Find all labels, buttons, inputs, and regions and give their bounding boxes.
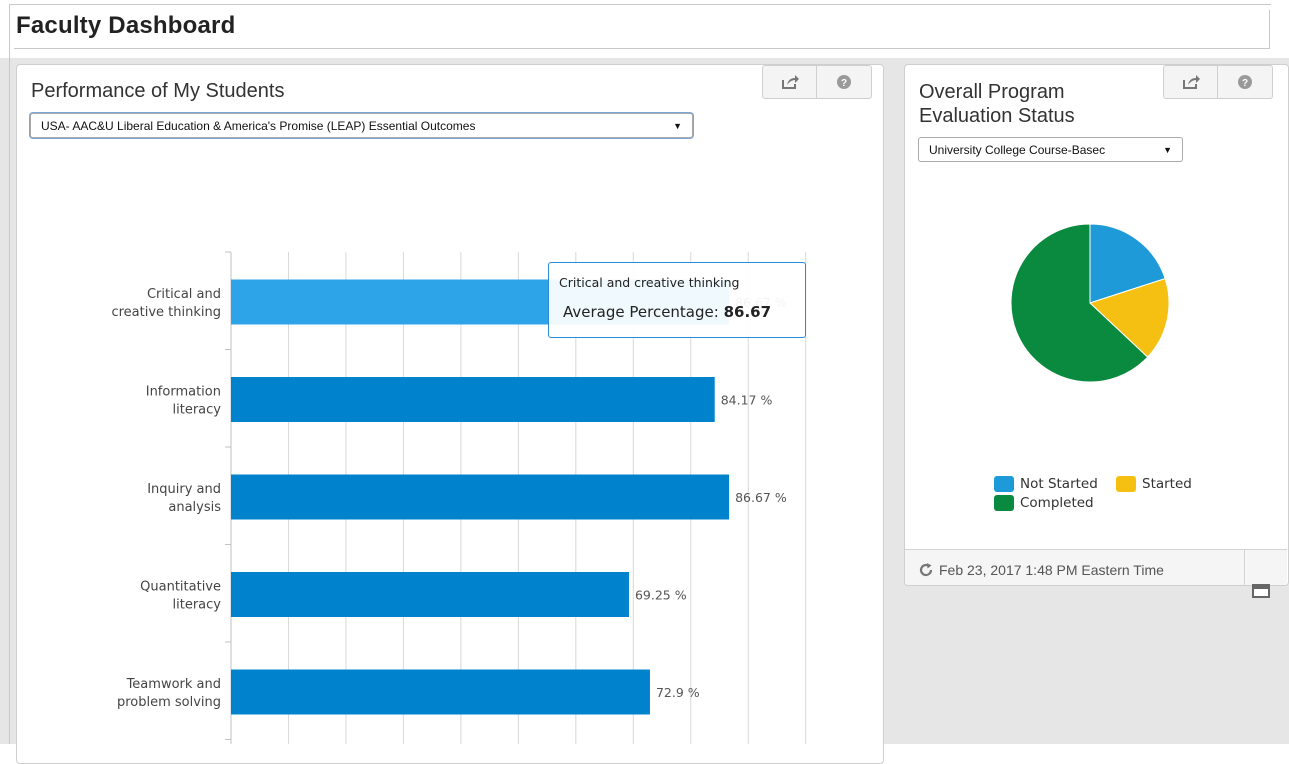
dashboard-frame: Faculty Dashboard Performance of My Stud… bbox=[0, 0, 1289, 764]
status-toolbar: ? bbox=[1163, 65, 1273, 99]
category-label: literacy bbox=[173, 598, 222, 613]
chart-tooltip: Critical and creative thinking Average P… bbox=[548, 262, 806, 338]
bar[interactable] bbox=[231, 669, 650, 715]
tooltip-category: Critical and creative thinking bbox=[559, 275, 740, 290]
last-updated: Feb 23, 2017 1:48 PM Eastern Time bbox=[919, 562, 1164, 578]
share-export-icon bbox=[1182, 75, 1200, 89]
data-label: 86.67 % bbox=[735, 490, 787, 505]
program-select-value: University College Course-Basec bbox=[929, 142, 1106, 157]
footer-divider bbox=[1244, 550, 1245, 586]
legend-label: Started bbox=[1142, 476, 1192, 492]
legend-item-completed[interactable]: Completed bbox=[994, 495, 1094, 511]
refresh-icon[interactable] bbox=[919, 563, 933, 577]
performance-bar-chart: Critical and creative thinking 86.67 % Info… bbox=[111, 251, 807, 744]
svg-text:?: ? bbox=[1242, 78, 1248, 89]
bar[interactable] bbox=[231, 572, 629, 617]
category-label: Teamwork and bbox=[126, 677, 221, 692]
program-select[interactable]: University College Course-Basec ▼ bbox=[918, 137, 1183, 162]
bar[interactable] bbox=[231, 474, 730, 520]
legend-item-not-started[interactable]: Not Started bbox=[994, 476, 1098, 492]
data-label: 84.17 % bbox=[721, 393, 773, 408]
category-label: Critical and bbox=[147, 287, 221, 302]
help-button[interactable]: ? bbox=[1218, 66, 1272, 98]
category-label: analysis bbox=[168, 500, 221, 515]
tooltip-value: 86.67 bbox=[723, 303, 772, 321]
tooltip-label: Average Percentage bbox=[563, 303, 714, 321]
category-label: creative thinking bbox=[111, 305, 221, 320]
legend-swatch bbox=[1116, 476, 1136, 492]
status-panel-footer: Feb 23, 2017 1:48 PM Eastern Time bbox=[905, 549, 1287, 586]
category-label: Inquiry and bbox=[147, 482, 221, 497]
header-side-tab bbox=[1269, 10, 1289, 48]
legend-label: Completed bbox=[1020, 495, 1094, 511]
status-panel-title: Overall Program Evaluation Status bbox=[919, 80, 1075, 128]
legend-swatch bbox=[994, 476, 1014, 492]
legend-item-started[interactable]: Started bbox=[1116, 476, 1192, 492]
legend-label: Not Started bbox=[1020, 476, 1098, 492]
data-label: 69.25 % bbox=[635, 588, 687, 603]
legend-swatch bbox=[994, 495, 1014, 511]
bar[interactable] bbox=[231, 377, 715, 422]
status-title-line2: Evaluation Status bbox=[919, 105, 1075, 127]
category-label: literacy bbox=[173, 403, 222, 418]
last-updated-text: Feb 23, 2017 1:48 PM Eastern Time bbox=[939, 562, 1164, 578]
data-label: 72.9 % bbox=[656, 685, 700, 700]
export-button[interactable] bbox=[1164, 66, 1218, 98]
tooltip-separator: : bbox=[713, 303, 719, 321]
category-label: Information bbox=[146, 385, 221, 400]
tooltip-body: Average Percentage: 86.67 bbox=[563, 303, 771, 321]
category-label: problem solving bbox=[117, 695, 221, 710]
category-label: Quantitative bbox=[140, 580, 221, 595]
chevron-down-icon: ▼ bbox=[1163, 144, 1172, 155]
help-circle-icon: ? bbox=[1238, 75, 1252, 89]
status-title-line1: Overall Program bbox=[919, 81, 1065, 103]
maximize-icon[interactable] bbox=[1252, 584, 1270, 598]
